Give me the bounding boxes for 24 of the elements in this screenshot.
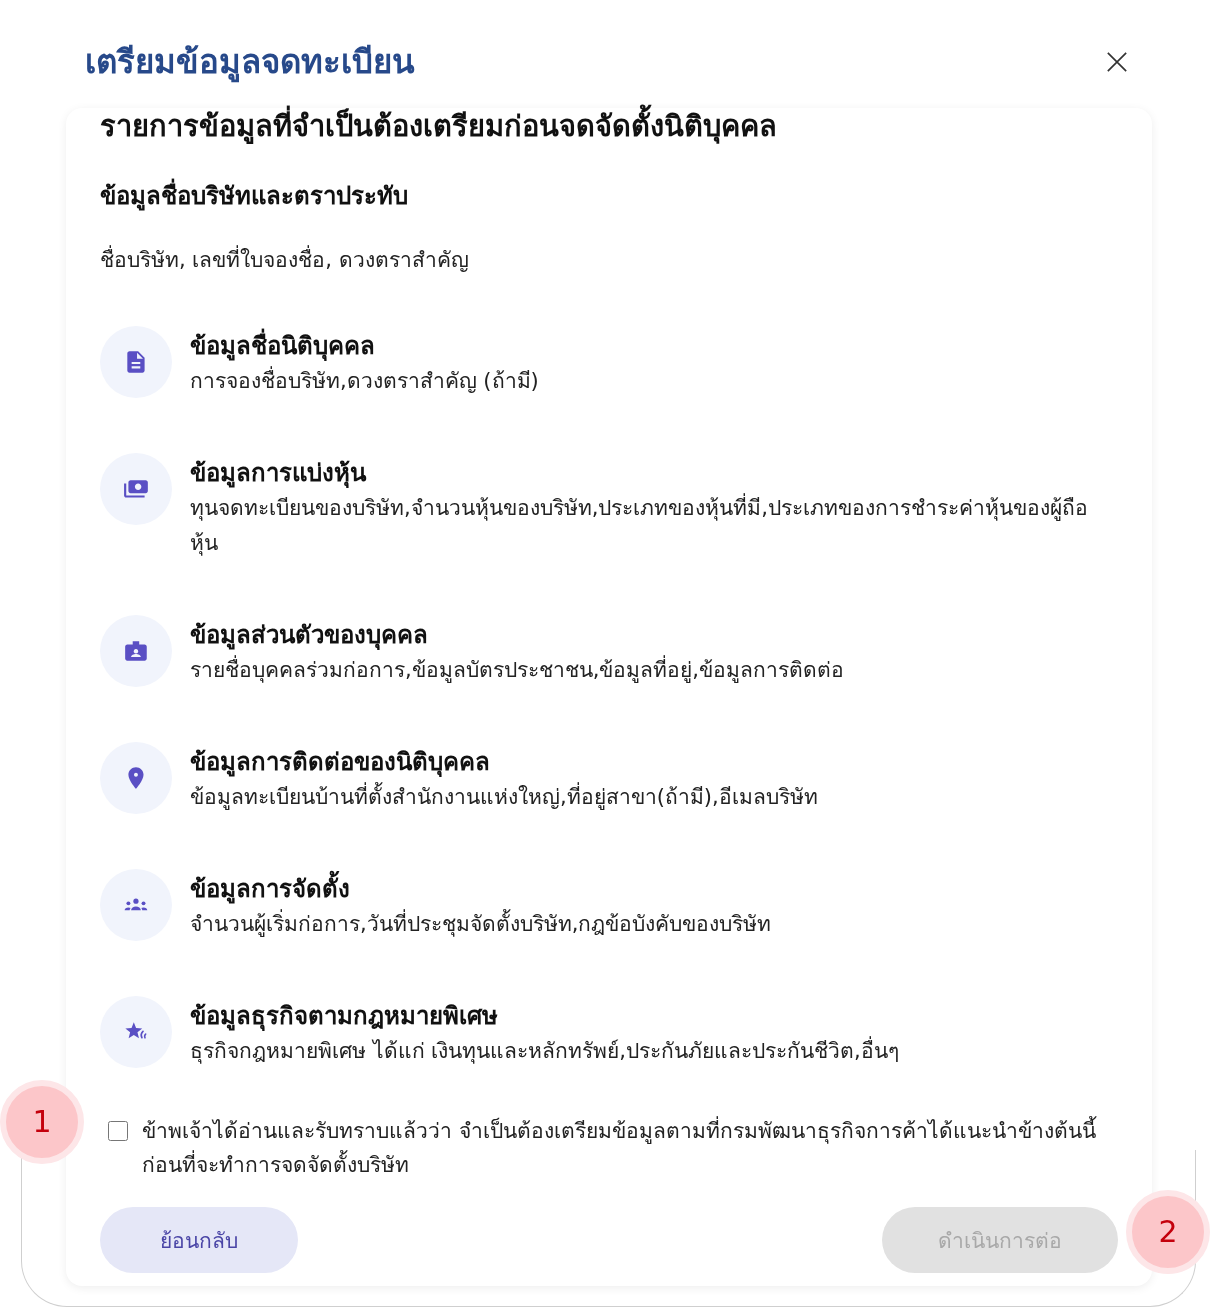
section-text: ชื่อบริษัท, เลขที่ใบจองชื่อ, ดวงตราสำคัญ xyxy=(100,246,1118,274)
item-title: ข้อมูลการแบ่งหุ้น xyxy=(190,458,368,488)
close-icon[interactable] xyxy=(1106,51,1128,73)
item-title: ข้อมูลการติดต่อของนิติบุคคล xyxy=(190,747,491,777)
item-description: รายชื่อบุคคลร่วมก่อการ,ข้อมูลบัตรประชาชน,ข้อมูลที่อยู่,ข้อมูลการติดต่อ xyxy=(190,653,845,688)
id-badge-icon xyxy=(100,615,172,687)
item-description: ข้อมูลทะเบียนบ้านที่ตั้งสำนักงานแห่งใหญ่,ที่อยู่สาขา(ถ้ามี),อีเมลบริษัท xyxy=(190,780,818,815)
item-description: การจองชื่อบริษัท,ดวงตราสำคัญ (ถ้ามี) xyxy=(190,364,539,399)
step-marker: 1 xyxy=(0,1080,84,1164)
step-marker: 2 xyxy=(1126,1190,1210,1274)
item-title: ข้อมูลส่วนตัวของบุคคล xyxy=(190,620,429,650)
item-title: ข้อมูลธุรกิจตามกฎหมายพิเศษ xyxy=(190,1001,499,1031)
consent-text: ข้าพเจ้าได้อ่านและรับทราบแล้วว่า จำเป็นต้องเตรียมข้อมูลตามที่กรมพัฒนาธุรกิจการค้าได้แนะนำข้างต้นนี้ ก่อนที่จะทำการจดจัดตั้งบริษัท xyxy=(142,1114,1118,1182)
item-description: จำนวนผู้เริ่มก่อการ,วันที่ประชุมจัดตั้งบริษัท,กฎข้อบังคับของบริษัท xyxy=(190,907,772,942)
item-description: ธุรกิจกฎหมายพิเศษ ได้แก่ เงินทุนและหลักทรัพย์,ประกันภัยและประกันชีวิต,อื่นๆ xyxy=(190,1034,899,1069)
dialog-title: เตรียมข้อมูลจดทะเบียน xyxy=(85,42,415,82)
consent-checkbox[interactable] xyxy=(108,1121,128,1141)
banknotes-icon xyxy=(100,453,172,525)
stars-icon xyxy=(100,996,172,1068)
document-icon xyxy=(100,326,172,398)
item-description: ทุนจดทะเบียนของบริษัท,จำนวนหุ้นของบริษัท,ประเภทของหุ้นที่มี,ประเภทของการชำระค่าหุ้นของผู้ถือหุ้น xyxy=(190,491,1115,561)
location-pin-icon xyxy=(100,742,172,814)
people-group-icon xyxy=(100,869,172,941)
back-button[interactable]: ย้อนกลับ xyxy=(100,1207,298,1273)
